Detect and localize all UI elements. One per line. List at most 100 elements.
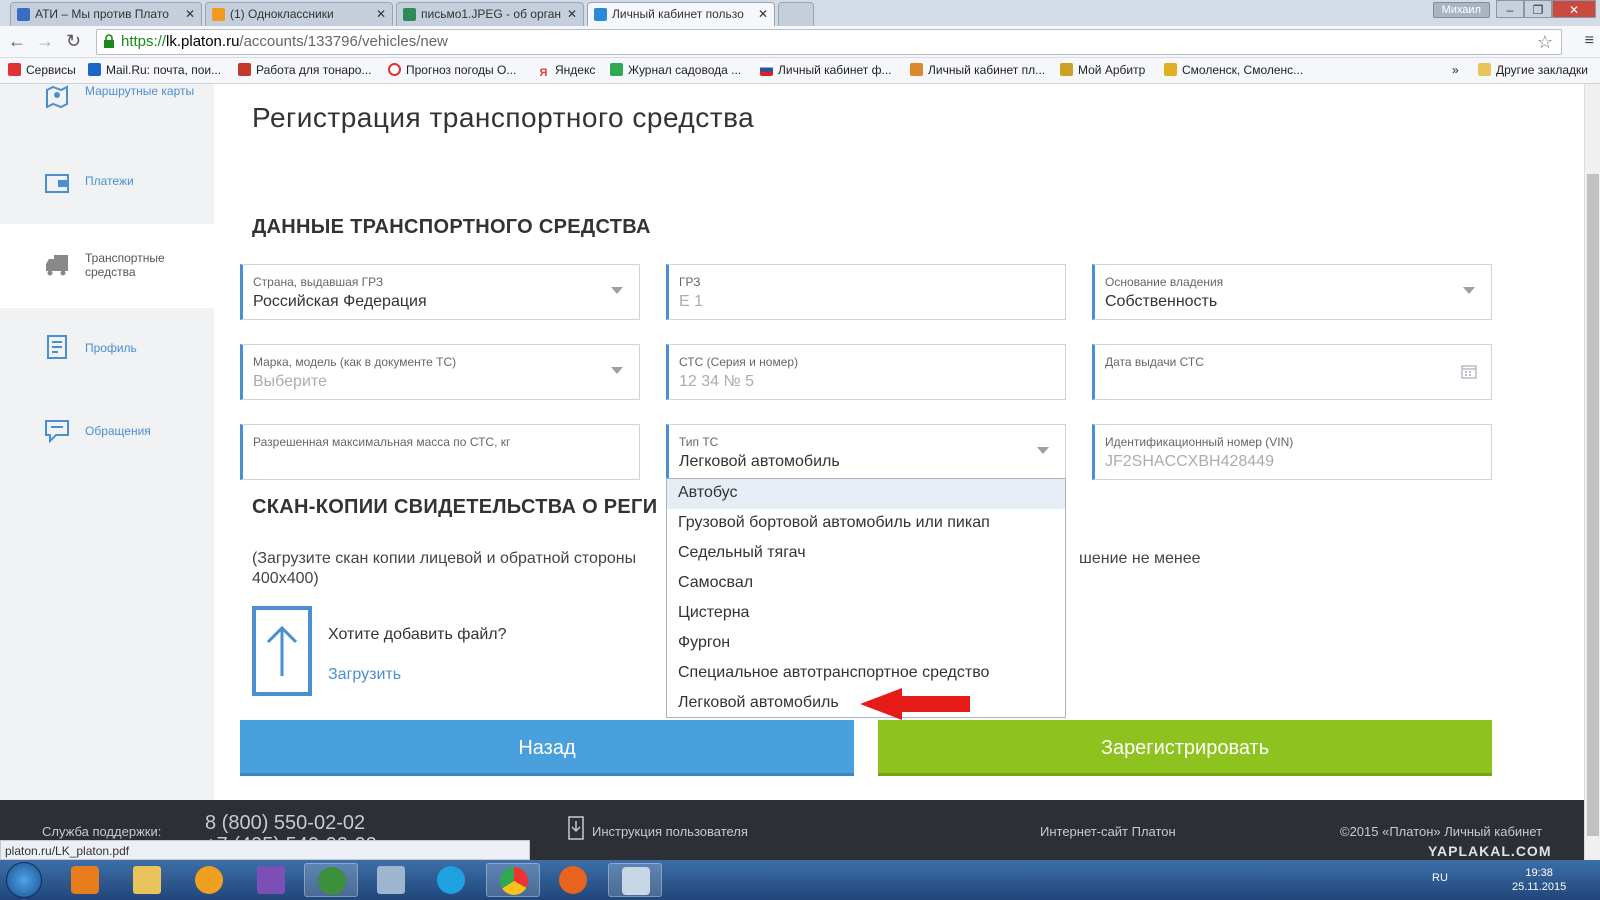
bookmark-item[interactable]: Работа для тонаро... (238, 63, 371, 77)
scan-hint: (Загрузите скан копии лицевой и обратной… (252, 550, 637, 567)
sts-date-input[interactable]: Дата выдачи СТС (1092, 344, 1492, 400)
chrome-icon[interactable] (486, 863, 540, 897)
url-path: /accounts/133796/vehicles/new (239, 33, 448, 50)
bookmark-item[interactable]: Журнал садовода ... (610, 63, 741, 77)
skype-icon[interactable] (424, 863, 478, 897)
bookmark-item[interactable]: Личный кабинет пл... (910, 63, 1045, 77)
mailru-icon (88, 63, 101, 76)
upload-question: Хотите добавить файл? (328, 626, 507, 643)
close-tab-icon[interactable]: ✕ (376, 7, 386, 21)
wallet-icon (45, 174, 69, 193)
close-tab-icon[interactable]: ✕ (758, 7, 768, 21)
tab-ati[interactable]: АТИ – Мы против Плато ✕ (10, 2, 202, 26)
bookmark-item[interactable]: Личный кабинет ф... (760, 63, 892, 77)
calendar-icon[interactable] (1461, 363, 1477, 379)
sidebar-item-route-cards[interactable]: Маршрутные карты (0, 84, 214, 144)
back-button[interactable]: Назад (240, 720, 854, 776)
windows-taskbar: RU 19:38 25.11.2015 (0, 860, 1600, 900)
address-bar[interactable]: https://lk.platon.ru/accounts/133796/veh… (96, 29, 1562, 55)
download-doc-icon (568, 816, 584, 840)
chevron-down-icon (611, 367, 623, 374)
visual-studio-icon[interactable] (244, 863, 298, 897)
support-phone[interactable]: 8 (800) 550-02-02 (205, 812, 365, 835)
sidebar: Маршрутные карты Платежи Транспортные ср… (0, 84, 214, 800)
media-player-icon[interactable] (58, 863, 112, 897)
browser-user-chip[interactable]: Михаил (1432, 2, 1490, 18)
start-button[interactable] (6, 862, 42, 898)
grz-input[interactable]: ГРЗ Е 1 (666, 264, 1066, 320)
vehicle-type-option[interactable]: Фургон (667, 629, 1065, 659)
sidebar-item-profile[interactable]: Профиль (0, 324, 214, 374)
bookmark-item[interactable]: Прогноз погоды О... (388, 63, 516, 77)
globe-app-icon[interactable] (304, 863, 358, 897)
explorer-folder-icon[interactable] (120, 863, 174, 897)
scan-hint: шение не менее (1079, 550, 1201, 567)
watermark: YAPLAKAL.COM (1428, 843, 1552, 859)
browser-menu-icon[interactable]: ≡ (1585, 32, 1594, 50)
vehicle-type-option[interactable]: Грузовой бортовой автомобиль или пикап (667, 509, 1065, 539)
section-title-scans: СКАН-КОПИИ СВИДЕТЕЛЬСТВА О РЕГИ (252, 496, 658, 518)
section-title-vehicle-data: ДАННЫЕ ТРАНСПОРТНОГО СРЕДСТВА (252, 216, 651, 238)
bookmark-item[interactable]: Я Яндекс (537, 63, 595, 80)
leaf-icon (610, 63, 623, 76)
maximize-icon[interactable]: ❐ (1524, 0, 1552, 18)
status-bar-url: platon.ru/LK_platon.pdf (0, 840, 530, 860)
close-tab-icon[interactable]: ✕ (185, 7, 195, 21)
sidebar-item-payments[interactable]: Платежи (0, 154, 214, 224)
sidebar-item-requests[interactable]: Обращения (0, 404, 214, 454)
tab-odnoklassniki[interactable]: (1) Одноклассники ✕ (205, 2, 393, 26)
vehicle-type-option[interactable]: Автобус (667, 479, 1065, 509)
tab-platon-cabinet[interactable]: Личный кабинет пользо ✕ (587, 2, 775, 26)
scan-hint: 400x400) (252, 570, 319, 587)
copyright: ©2015 «Платон» Личный кабинет (1340, 824, 1543, 839)
register-button[interactable]: Зарегистрировать (878, 720, 1492, 776)
bookmark-star-icon[interactable]: ☆ (1537, 32, 1553, 53)
max-mass-input[interactable]: Разрешенная максимальная масса по СТС, к… (240, 424, 640, 480)
document-icon (47, 335, 67, 359)
bookmarks-overflow[interactable]: » (1452, 63, 1459, 77)
ownership-select[interactable]: Основание владения Собственность (1092, 264, 1492, 320)
bookmark-item[interactable]: Mail.Ru: почта, пои... (88, 63, 221, 77)
platon-site-link[interactable]: Интернет-сайт Платон (1040, 824, 1176, 839)
user-manual-link[interactable]: Инструкция пользователя (592, 824, 748, 839)
sidebar-item-vehicles[interactable]: Транспортные средства (0, 224, 214, 308)
paint-icon[interactable] (608, 863, 662, 897)
system-clock[interactable]: 19:38 25.11.2015 (1512, 866, 1566, 894)
upload-link[interactable]: Загрузить (328, 666, 401, 684)
country-select[interactable]: Страна, выдавшая ГРЗ Российская Федераци… (240, 264, 640, 320)
page-scrollbar[interactable] (1584, 84, 1600, 860)
sts-number-input[interactable]: СТС (Серия и номер) 12 34 № 5 (666, 344, 1066, 400)
bookmark-item[interactable]: Сервисы (8, 63, 76, 77)
url-scheme: https:// (121, 33, 167, 50)
map-icon (46, 85, 68, 109)
bookmark-item[interactable]: Мой Арбитр (1060, 63, 1145, 77)
new-tab-button[interactable] (778, 2, 814, 26)
language-indicator[interactable]: RU (1432, 872, 1448, 884)
firefox-icon[interactable] (546, 863, 600, 897)
ati-favicon-icon (17, 8, 30, 21)
vehicle-type-option[interactable]: Цистерна (667, 599, 1065, 629)
vehicle-type-option[interactable]: Самосвал (667, 569, 1065, 599)
chevron-down-icon (1463, 287, 1475, 294)
chevron-down-icon (1037, 447, 1049, 454)
window-close-icon[interactable]: ✕ (1552, 0, 1596, 18)
aimp-icon[interactable] (182, 863, 236, 897)
upload-dropzone[interactable] (252, 606, 312, 696)
vehicle-type-option[interactable]: Седельный тягач (667, 539, 1065, 569)
brand-model-select[interactable]: Марка, модель (как в документе ТС) Выбер… (240, 344, 640, 400)
calculator-icon[interactable] (364, 863, 418, 897)
russia-flag-icon (760, 63, 773, 76)
close-tab-icon[interactable]: ✕ (567, 7, 577, 21)
opera-icon (388, 63, 401, 76)
vehicle-type-select[interactable]: Тип ТС Легковой автомобиль (666, 424, 1066, 480)
red-arrow-annotation-icon (860, 688, 970, 720)
vin-input[interactable]: Идентификационный номер (VIN) JF2SHACCXB… (1092, 424, 1492, 480)
reload-icon[interactable]: ↻ (66, 31, 81, 52)
tab-pismo[interactable]: письмо1.JPEG - об орган ✕ (396, 2, 584, 26)
forward-arrow-icon[interactable]: → (36, 31, 54, 52)
back-arrow-icon[interactable]: ← (8, 31, 26, 52)
bookmark-item[interactable]: Смоленск, Смоленс... (1164, 63, 1303, 77)
minimize-icon[interactable]: – (1496, 0, 1524, 18)
scrollbar-thumb[interactable] (1587, 174, 1599, 836)
other-bookmarks[interactable]: Другие закладки (1478, 63, 1588, 77)
